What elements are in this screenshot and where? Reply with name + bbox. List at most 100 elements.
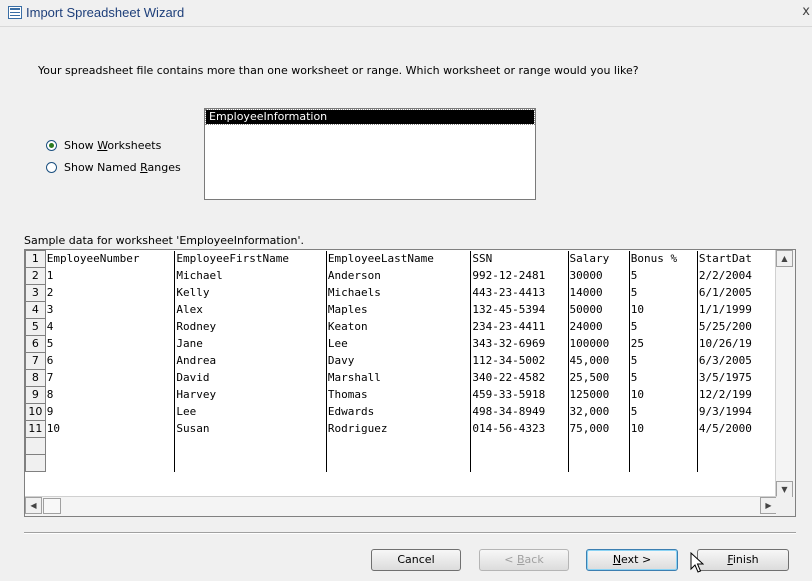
row-number[interactable]: 11 [25, 420, 46, 438]
worksheet-list[interactable]: EmployeeInformation [204, 108, 536, 200]
table-cell[interactable] [470, 454, 569, 472]
table-cell[interactable]: 10 [45, 420, 176, 438]
row-number[interactable] [25, 437, 46, 455]
table-cell[interactable]: 340-22-4582 [470, 369, 569, 387]
row-number[interactable]: 5 [25, 318, 46, 336]
table-cell[interactable] [697, 437, 777, 455]
table-cell[interactable]: 1/1/1999 [697, 301, 777, 319]
column-header-cell[interactable]: Bonus % [629, 250, 698, 268]
table-cell[interactable]: 234-23-4411 [470, 318, 569, 336]
show-named-ranges-radio[interactable] [46, 161, 57, 173]
table-cell[interactable]: 14000 [568, 284, 630, 302]
back-button[interactable]: < Back [479, 549, 569, 571]
show-worksheets-option[interactable]: Show Worksheets [46, 137, 161, 153]
table-cell[interactable]: Davy [326, 352, 472, 370]
table-cell[interactable]: 5 [629, 352, 698, 370]
row-number[interactable] [25, 454, 46, 472]
table-cell[interactable]: 10 [629, 420, 698, 438]
table-cell[interactable]: Alex [174, 301, 327, 319]
sample-data-grid[interactable]: 1 EmployeeNumber EmployeeFirstName Employee… [24, 249, 796, 517]
table-cell[interactable]: 125000 [568, 386, 630, 404]
table-cell[interactable] [568, 437, 630, 455]
table-cell[interactable]: 7 [45, 369, 176, 387]
table-cell[interactable]: 100000 [568, 335, 630, 353]
next-button[interactable]: Next > [586, 549, 678, 571]
table-cell[interactable]: 498-34-8949 [470, 403, 569, 421]
table-cell[interactable]: 5 [629, 284, 698, 302]
table-cell[interactable] [45, 437, 176, 455]
table-cell[interactable]: Kelly [174, 284, 327, 302]
row-number[interactable]: 9 [25, 386, 46, 404]
table-cell[interactable]: 75,000 [568, 420, 630, 438]
horizontal-scroll-thumb[interactable] [43, 498, 61, 514]
scroll-down-icon[interactable]: ▼ [776, 481, 793, 498]
table-cell[interactable]: Thomas [326, 386, 472, 404]
table-cell[interactable]: 25 [629, 335, 698, 353]
table-cell[interactable]: Keaton [326, 318, 472, 336]
table-cell[interactable]: 5 [629, 318, 698, 336]
close-icon[interactable]: x [802, 4, 810, 19]
table-cell[interactable]: 112-34-5002 [470, 352, 569, 370]
scroll-up-icon[interactable]: ▲ [776, 250, 793, 267]
table-cell[interactable]: Harvey [174, 386, 327, 404]
worksheet-list-item[interactable]: EmployeeInformation [205, 109, 535, 125]
table-cell[interactable]: 5 [629, 267, 698, 285]
column-header-cell[interactable]: SSN [470, 250, 569, 268]
row-number[interactable]: 10 [25, 403, 46, 421]
row-number[interactable]: 7 [25, 352, 46, 370]
row-number[interactable]: 2 [25, 267, 46, 285]
table-cell[interactable]: 343-32-6969 [470, 335, 569, 353]
row-number[interactable]: 1 [25, 250, 46, 268]
table-cell[interactable]: 5/25/200 [697, 318, 777, 336]
column-header-cell[interactable]: Salary [568, 250, 630, 268]
table-cell[interactable]: 443-23-4413 [470, 284, 569, 302]
column-header-cell[interactable]: StartDat [697, 250, 777, 268]
table-cell[interactable]: Edwards [326, 403, 472, 421]
table-cell[interactable]: 6 [45, 352, 176, 370]
table-cell[interactable]: Jane [174, 335, 327, 353]
table-cell[interactable]: 6/3/2005 [697, 352, 777, 370]
table-cell[interactable]: 25,500 [568, 369, 630, 387]
table-cell[interactable]: Anderson [326, 267, 472, 285]
table-cell[interactable]: Rodriguez [326, 420, 472, 438]
table-cell[interactable]: Maples [326, 301, 472, 319]
table-cell[interactable]: 3/5/1975 [697, 369, 777, 387]
row-number[interactable]: 8 [25, 369, 46, 387]
table-cell[interactable]: 45,000 [568, 352, 630, 370]
column-header-cell[interactable]: EmployeeLastName [326, 250, 472, 268]
table-cell[interactable]: David [174, 369, 327, 387]
table-cell[interactable] [174, 454, 327, 472]
table-cell[interactable] [568, 454, 630, 472]
column-header-cell[interactable]: EmployeeNumber [45, 250, 176, 268]
column-header-cell[interactable]: EmployeeFirstName [174, 250, 327, 268]
show-named-ranges-option[interactable]: Show Named Ranges [46, 159, 181, 175]
table-cell[interactable]: 9/3/1994 [697, 403, 777, 421]
table-cell[interactable]: Rodney [174, 318, 327, 336]
table-cell[interactable] [174, 437, 327, 455]
table-cell[interactable]: 10 [629, 386, 698, 404]
table-cell[interactable] [326, 437, 472, 455]
table-cell[interactable]: 5 [45, 335, 176, 353]
cancel-button[interactable]: Cancel [371, 549, 461, 571]
table-cell[interactable]: Michael [174, 267, 327, 285]
row-number[interactable]: 3 [25, 284, 46, 302]
table-cell[interactable] [470, 437, 569, 455]
table-cell[interactable]: 5 [629, 403, 698, 421]
table-cell[interactable]: 459-33-5918 [470, 386, 569, 404]
table-cell[interactable]: 992-12-2481 [470, 267, 569, 285]
table-cell[interactable]: 10/26/19 [697, 335, 777, 353]
table-cell[interactable]: 6/1/2005 [697, 284, 777, 302]
table-cell[interactable] [629, 454, 698, 472]
show-worksheets-radio[interactable] [46, 139, 57, 151]
table-cell[interactable]: 30000 [568, 267, 630, 285]
table-cell[interactable] [326, 454, 472, 472]
row-number[interactable]: 4 [25, 301, 46, 319]
table-cell[interactable]: 8 [45, 386, 176, 404]
scroll-right-icon[interactable]: ▶ [760, 497, 777, 514]
table-cell[interactable]: 4 [45, 318, 176, 336]
horizontal-scrollbar[interactable]: ◀ ▶ [25, 496, 777, 516]
table-cell[interactable]: 2 [45, 284, 176, 302]
table-cell[interactable]: 5 [629, 369, 698, 387]
table-cell[interactable]: 9 [45, 403, 176, 421]
table-cell[interactable]: 4/5/2000 [697, 420, 777, 438]
